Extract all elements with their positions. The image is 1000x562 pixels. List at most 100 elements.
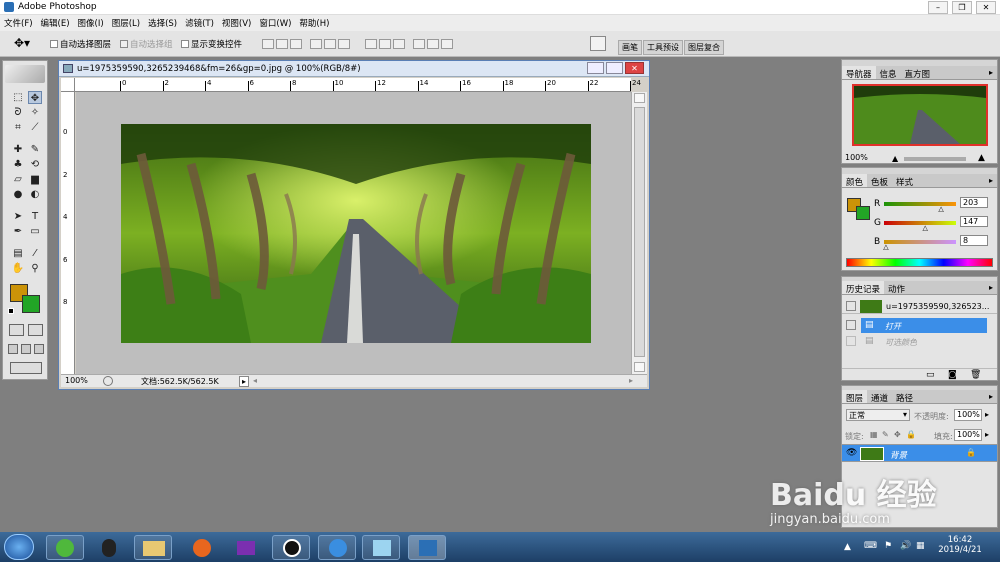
dodge-tool-icon[interactable]: ◐ <box>28 188 42 201</box>
menu-edit[interactable]: 编辑(E) <box>37 15 74 31</box>
gradient-tool-icon[interactable]: ▆ <box>28 173 42 186</box>
lock-image-icon[interactable]: ✎ <box>882 430 889 439</box>
blur-tool-icon[interactable]: ● <box>11 188 25 201</box>
start-button[interactable] <box>4 534 34 560</box>
new-document-icon[interactable]: ▭ <box>926 370 935 380</box>
zoom-tool-icon[interactable]: ⚲ <box>28 262 42 275</box>
distribute-left-icon[interactable] <box>413 39 425 49</box>
jump-to-imageready-icon[interactable] <box>10 362 42 374</box>
eyedropper-icon[interactable]: ⁄ <box>28 247 42 260</box>
file-browser-icon[interactable] <box>590 36 606 51</box>
hand-tool-icon[interactable]: ✋ <box>11 262 25 275</box>
scroll-thumb[interactable] <box>634 107 645 357</box>
taskbar-notes-icon[interactable] <box>362 535 400 560</box>
taskbar-clock[interactable]: 16:42 2019/4/21 <box>930 535 990 555</box>
menu-layer[interactable]: 图层(L) <box>108 15 144 31</box>
minimize-button[interactable]: – <box>928 1 948 14</box>
menu-file[interactable]: 文件(F) <box>0 15 37 31</box>
align-right-icon[interactable] <box>338 39 350 49</box>
menu-image[interactable]: 图像(I) <box>74 15 108 31</box>
taskbar-qq-icon[interactable] <box>90 535 128 560</box>
restore-button[interactable]: ❐ <box>952 1 972 14</box>
distribute-right-icon[interactable] <box>441 39 453 49</box>
taskbar-firefox-icon[interactable] <box>182 535 220 560</box>
tab-histogram[interactable]: 直方图 <box>901 66 935 80</box>
fill-arrow-icon[interactable]: ▸ <box>985 430 989 439</box>
navigator-zoom[interactable]: 100% <box>845 153 868 162</box>
distribute-top-icon[interactable] <box>365 39 377 49</box>
background-color-swatch[interactable] <box>22 295 40 313</box>
menu-window[interactable]: 窗口(W) <box>255 15 295 31</box>
panel-menu-icon[interactable]: ▸ <box>989 68 993 77</box>
move-tool-preset-icon[interactable]: ✥▾ <box>14 36 30 50</box>
brush-tool-icon[interactable]: ✎ <box>28 143 42 156</box>
blend-mode-select[interactable]: 正常 ▾ <box>846 409 910 421</box>
vertical-scrollbar[interactable] <box>631 92 647 375</box>
tab-color[interactable]: 颜色 <box>842 174 868 188</box>
marquee-tool-icon[interactable]: ⬚ <box>11 91 25 104</box>
tab-info[interactable]: 信息 <box>876 66 901 80</box>
close-button[interactable]: ✕ <box>976 1 996 14</box>
screen-mode-full-menu-icon[interactable] <box>21 344 31 354</box>
tab-navigator[interactable]: 导航器 <box>842 66 876 80</box>
slice-tool-icon[interactable]: ⟋ <box>28 121 42 134</box>
tray-volume-icon[interactable]: 🔊 <box>900 541 911 551</box>
b-slider[interactable] <box>884 240 956 244</box>
taskbar-360-icon[interactable] <box>46 535 84 560</box>
opacity-field[interactable]: 100% <box>954 409 982 421</box>
tab-actions[interactable]: 动作 <box>884 281 909 295</box>
screen-mode-standard-icon[interactable] <box>8 344 18 354</box>
history-item-selective-color[interactable]: ▤ 可选颜色 <box>861 334 987 349</box>
doc-maximize-button[interactable] <box>606 62 623 74</box>
navigator-zoom-slider[interactable] <box>904 157 966 161</box>
taskbar-media-icon[interactable] <box>226 535 264 560</box>
clone-stamp-icon[interactable]: ♣ <box>11 158 25 171</box>
taskbar-player-icon[interactable] <box>318 535 356 560</box>
shape-tool-icon[interactable]: ▭ <box>28 225 42 238</box>
menu-help[interactable]: 帮助(H) <box>295 15 333 31</box>
tab-paths[interactable]: 路径 <box>892 390 917 404</box>
trash-icon[interactable]: 🗑 <box>970 370 981 380</box>
history-brush-icon[interactable]: ⟲ <box>28 158 42 171</box>
tab-swatches[interactable]: 色板 <box>867 174 892 188</box>
crop-tool-icon[interactable]: ⌗ <box>11 121 25 134</box>
path-select-icon[interactable]: ➤ <box>11 210 25 223</box>
screen-mode-full-icon[interactable] <box>34 344 44 354</box>
bg-color-chip[interactable] <box>856 206 870 220</box>
fill-field[interactable]: 100% <box>954 429 982 441</box>
history-item-open[interactable]: ▤ 打开 <box>861 318 987 333</box>
zoom-out-icon[interactable]: ▲ <box>892 154 898 163</box>
r-value-field[interactable]: 203 <box>960 197 988 208</box>
tray-keyboard-icon[interactable]: ⌨ <box>864 541 877 551</box>
ruler-origin[interactable] <box>61 78 75 92</box>
status-preview-icon[interactable] <box>103 376 113 386</box>
tab-layers[interactable]: 图层 <box>842 390 868 404</box>
layer-row-background[interactable]: 👁 背景 🔒 <box>842 444 997 462</box>
g-value-field[interactable]: 147 <box>960 216 988 227</box>
history-brush-source-icon[interactable] <box>846 320 856 330</box>
menu-view[interactable]: 视图(V) <box>218 15 255 31</box>
distribute-center-icon[interactable] <box>427 39 439 49</box>
history-brush-source-icon[interactable] <box>846 301 856 311</box>
taskbar-record-icon[interactable] <box>272 535 310 560</box>
align-left-icon[interactable] <box>310 39 322 49</box>
align-middle-icon[interactable] <box>276 39 288 49</box>
r-slider-thumb[interactable]: △ <box>938 205 943 213</box>
g-slider-thumb[interactable]: △ <box>923 224 928 232</box>
lock-position-icon[interactable]: ✥ <box>894 430 901 439</box>
align-top-icon[interactable] <box>262 39 274 49</box>
align-center-icon[interactable] <box>324 39 336 49</box>
menu-select[interactable]: 选择(S) <box>144 15 181 31</box>
move-tool-icon[interactable]: ✥ <box>28 91 42 104</box>
type-tool-icon[interactable]: T <box>28 210 42 223</box>
align-bottom-icon[interactable] <box>290 39 302 49</box>
tab-channels[interactable]: 通道 <box>867 390 892 404</box>
notes-tool-icon[interactable]: ▤ <box>11 247 25 260</box>
status-zoom[interactable]: 100% <box>65 376 88 385</box>
show-transform-checkbox[interactable] <box>181 40 189 48</box>
history-brush-source-icon[interactable] <box>846 336 856 346</box>
menu-filter[interactable]: 滤镜(T) <box>181 15 218 31</box>
show-transform-option[interactable]: 显示变换控件 <box>181 38 242 50</box>
healing-brush-icon[interactable]: ✚ <box>11 143 25 156</box>
pen-tool-icon[interactable]: ✒ <box>11 225 25 238</box>
